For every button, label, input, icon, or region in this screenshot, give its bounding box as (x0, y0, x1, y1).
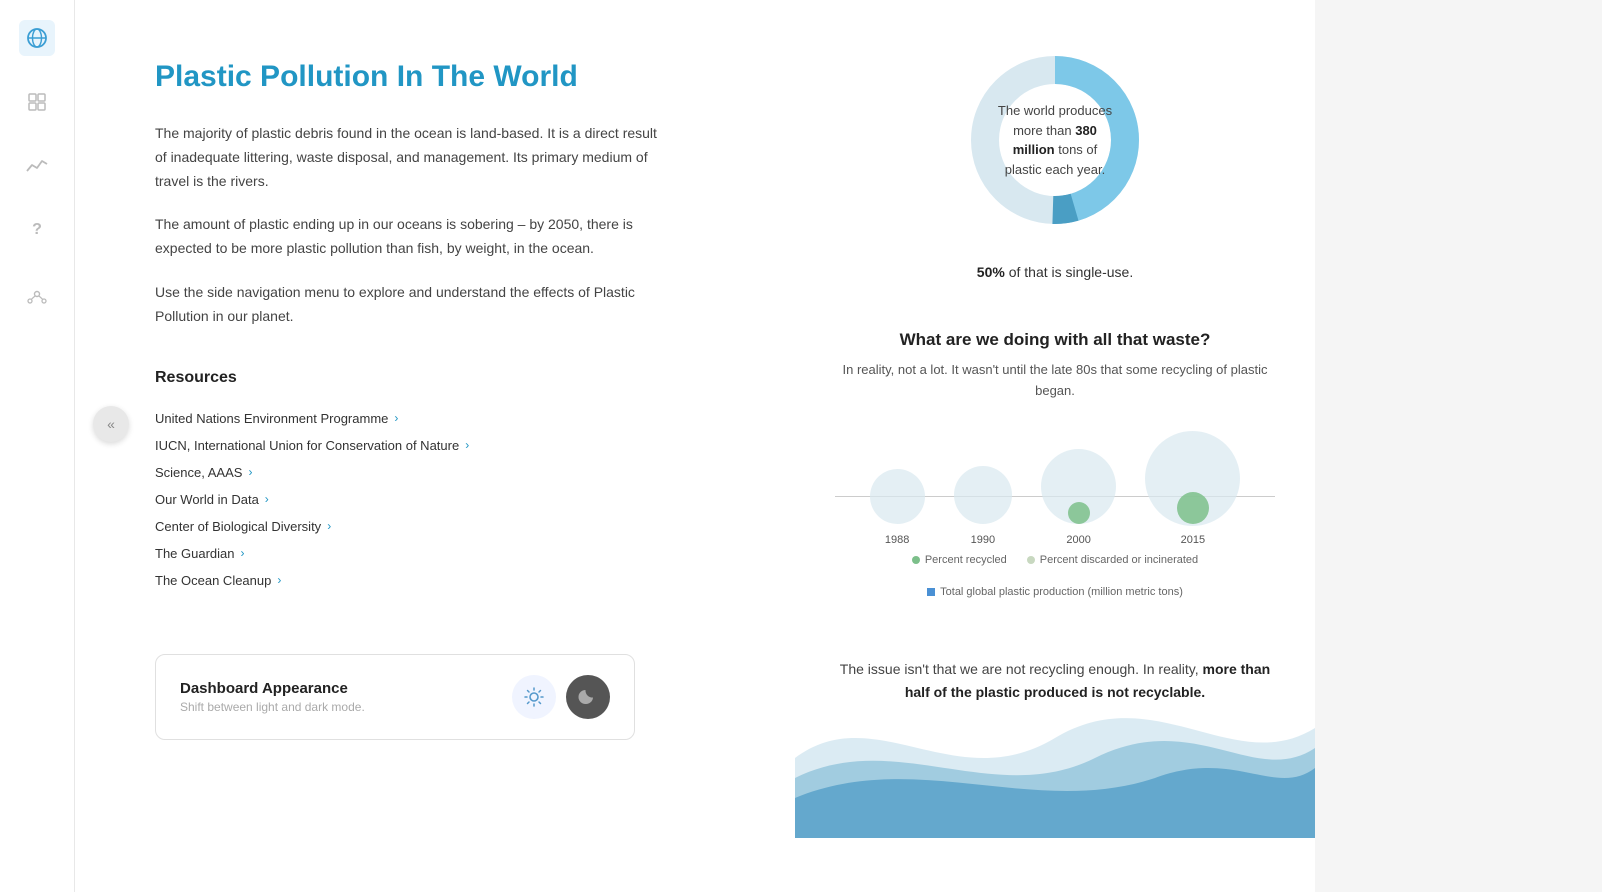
resource-link-iucn[interactable]: IUCN, International Union for Conservati… (155, 432, 735, 459)
bubble-group-2000: 2000 (1041, 449, 1116, 546)
bottom-text: The issue isn't that we are not recyclin… (795, 638, 1315, 726)
resource-arrow-icon: › (277, 573, 281, 587)
resource-arrow-icon: › (265, 492, 269, 506)
donut-section: The world produces more than 380 million… (795, 0, 1315, 300)
timeline-chart: 1988 1990 2000 2015 (835, 426, 1275, 546)
theme-buttons (512, 675, 610, 719)
bubble-2015-green (1177, 492, 1209, 524)
donut-chart: The world produces more than 380 million… (955, 40, 1155, 240)
resource-arrow-icon: › (394, 411, 398, 425)
resource-link-owid[interactable]: Our World in Data › (155, 486, 735, 513)
waste-subtitle: In reality, not a lot. It wasn't until t… (835, 360, 1275, 402)
resource-label: The Guardian (155, 546, 235, 561)
appearance-card-subtitle: Shift between light and dark mode. (180, 700, 365, 714)
collapse-button[interactable]: « (93, 406, 129, 442)
sidebar: ? (0, 0, 75, 892)
donut-center-text: The world produces more than 380 million… (995, 101, 1115, 179)
resource-label: The Ocean Cleanup (155, 573, 271, 588)
resource-arrow-icon: › (327, 519, 331, 533)
waste-section: What are we doing with all that waste? I… (795, 300, 1315, 618)
bubble-group-1990: 1990 (954, 466, 1012, 546)
light-mode-button[interactable] (512, 675, 556, 719)
year-label-2015: 2015 (1181, 534, 1205, 546)
legend-discarded-label: Percent discarded or incinerated (1040, 554, 1198, 566)
bubble-2000-green (1068, 502, 1090, 524)
year-label-2000: 2000 (1066, 534, 1090, 546)
resource-link-science[interactable]: Science, AAAS › (155, 459, 735, 486)
resource-label: Our World in Data (155, 492, 259, 507)
resource-arrow-icon: › (241, 546, 245, 560)
intro-paragraph-1: The majority of plastic debris found in … (155, 122, 665, 193)
legend-production-label: Total global plastic production (million… (940, 586, 1183, 598)
resource-label: United Nations Environment Programme (155, 411, 388, 426)
sidebar-item-question[interactable]: ? (19, 212, 55, 248)
legend-recycled-dot (912, 556, 920, 564)
intro-paragraph-3: Use the side navigation menu to explore … (155, 281, 665, 329)
timeline-bubbles: 1988 1990 2000 2015 (835, 426, 1275, 546)
resources-section: Resources United Nations Environment Pro… (155, 369, 735, 594)
resource-link-cbd[interactable]: Center of Biological Diversity › (155, 513, 735, 540)
resource-link-guardian[interactable]: The Guardian › (155, 540, 735, 567)
resource-label: Center of Biological Diversity (155, 519, 321, 534)
bubble-1990 (954, 466, 1012, 524)
resource-label: Science, AAAS (155, 465, 242, 480)
legend-discarded: Percent discarded or incinerated (1027, 554, 1198, 566)
bottom-text-normal: The issue isn't that we are not recyclin… (840, 661, 1203, 677)
waste-title: What are we doing with all that waste? (835, 330, 1275, 350)
bottom-wave-section: The issue isn't that we are not recyclin… (795, 638, 1315, 838)
resource-link-un[interactable]: United Nations Environment Programme › (155, 405, 735, 432)
single-use-percent: 50% (977, 264, 1005, 280)
single-use-label: of that is single-use. (1009, 264, 1134, 280)
appearance-card-title: Dashboard Appearance (180, 680, 365, 697)
resource-label: IUCN, International Union for Conservati… (155, 438, 459, 453)
legend-recycled: Percent recycled (912, 554, 1007, 566)
appearance-card-text: Dashboard Appearance Shift between light… (180, 680, 365, 714)
legend-discarded-dot (1027, 556, 1035, 564)
bubble-group-1988: 1988 (870, 469, 925, 546)
page-title: Plastic Pollution In The World (155, 60, 735, 94)
intro-paragraph-2: The amount of plastic ending up in our o… (155, 213, 665, 261)
right-panel: The world produces more than 380 million… (795, 0, 1315, 892)
chart-legend: Percent recycled Percent discarded or in… (835, 554, 1275, 598)
sidebar-item-chart[interactable] (19, 148, 55, 184)
resource-arrow-icon: › (248, 465, 252, 479)
sidebar-item-grid[interactable] (19, 84, 55, 120)
bubble-group-2015: 2015 (1145, 431, 1240, 546)
appearance-card: Dashboard Appearance Shift between light… (155, 654, 635, 740)
sidebar-item-globe[interactable] (19, 20, 55, 56)
legend-production-square (927, 588, 935, 596)
legend-production: Total global plastic production (million… (927, 586, 1183, 598)
dark-mode-button[interactable] (566, 675, 610, 719)
resources-title: Resources (155, 369, 735, 387)
resource-arrow-icon: › (465, 438, 469, 452)
resource-link-ocean[interactable]: The Ocean Cleanup › (155, 567, 735, 594)
year-label-1988: 1988 (885, 534, 909, 546)
bubble-1988 (870, 469, 925, 524)
main-panel: Plastic Pollution In The World The major… (75, 0, 795, 892)
sidebar-item-network[interactable] (19, 276, 55, 312)
legend-recycled-label: Percent recycled (925, 554, 1007, 566)
year-label-1990: 1990 (971, 534, 995, 546)
single-use-stat: 50% of that is single-use. (977, 264, 1133, 280)
